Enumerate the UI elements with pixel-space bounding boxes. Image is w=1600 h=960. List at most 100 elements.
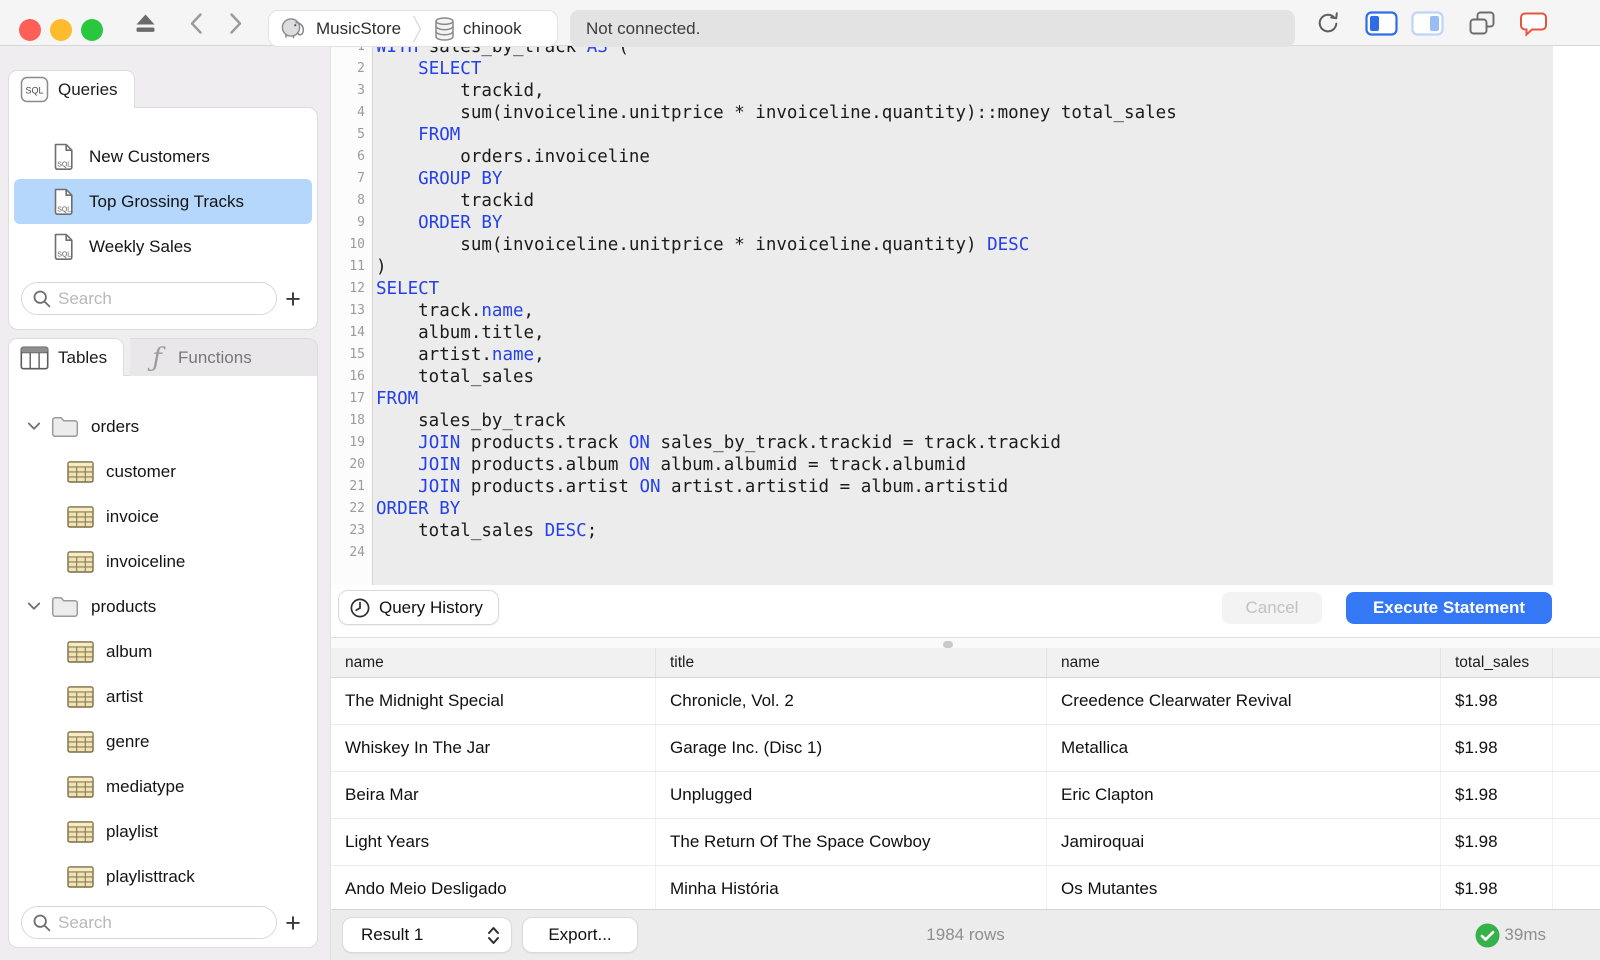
breadcrumb-server[interactable]: MusicStore [269, 11, 411, 46]
tab-tables-label: Tables [58, 347, 108, 367]
table-row[interactable]: Beira Mar Unplugged Eric Clapton $1.98 [331, 772, 1600, 819]
table-cell[interactable]: Creedence Clearwater Revival [1047, 678, 1441, 724]
close-button[interactable] [19, 19, 41, 41]
feedback-button[interactable] [1518, 11, 1549, 37]
breadcrumb-database[interactable]: chinook [423, 11, 532, 46]
table-cell[interactable]: Chronicle, Vol. 2 [656, 678, 1047, 724]
schema-folder-products[interactable]: products [9, 584, 317, 629]
search-icon [33, 914, 51, 932]
tab-queries[interactable]: SQL Queries [8, 70, 135, 108]
code-line: sum(invoiceline.unitprice * invoiceline.… [376, 235, 1030, 255]
table-icon [67, 460, 94, 483]
code-line: track.name, [376, 301, 535, 321]
table-cell[interactable]: Metallica [1047, 725, 1441, 771]
code-line: JOIN products.artist ON artist.artistid … [418, 477, 1009, 497]
tree-expand-toggle[interactable] [27, 602, 41, 611]
table-item-playlisttrack[interactable]: playlisttrack [9, 854, 317, 899]
splitter-handle[interactable] [943, 641, 953, 648]
table-row[interactable]: Ando Meio Desligado Minha História Os Muta… [331, 866, 1600, 909]
table-row[interactable]: Whiskey In The Jar Garage Inc. (Disc 1) Me… [331, 725, 1600, 772]
table-cell[interactable] [1553, 819, 1600, 865]
tab-functions[interactable]: ƒ Functions [130, 338, 318, 376]
tables-search-input[interactable] [21, 906, 277, 939]
table-item-invoice[interactable]: invoice [9, 494, 317, 539]
table-cell[interactable]: $1.98 [1441, 725, 1553, 771]
add-query-button[interactable]: + [277, 284, 309, 314]
table-cell[interactable]: The Midnight Special [331, 678, 656, 724]
table-cell[interactable] [1553, 772, 1600, 818]
table-cell[interactable]: Unplugged [656, 772, 1047, 818]
tab-tables[interactable]: Tables [8, 338, 125, 376]
add-table-button[interactable]: + [277, 908, 309, 938]
query-history-button[interactable]: Query History [338, 590, 499, 625]
column-header-name-0[interactable]: name [331, 648, 656, 677]
table-item-genre[interactable]: genre [9, 719, 317, 764]
success-check-icon [1475, 923, 1500, 948]
table-cell[interactable]: Jamiroquai [1047, 819, 1441, 865]
line-number: 19 [349, 435, 365, 450]
query-item-weekly-sales[interactable]: SQL Weekly Sales [14, 224, 312, 269]
minimize-button[interactable] [50, 19, 72, 41]
table-item-customer[interactable]: customer [9, 449, 317, 494]
table-cell[interactable]: Whiskey In The Jar [331, 725, 656, 771]
execute-statement-button[interactable]: Execute Statement [1346, 592, 1552, 624]
table-item-album[interactable]: album [9, 629, 317, 674]
query-item-top-grossing-tracks[interactable]: SQL Top Grossing Tracks [14, 179, 312, 224]
table-item-playlist[interactable]: playlist [9, 809, 317, 854]
table-row[interactable]: The Midnight Special Chronicle, Vol. 2 Cre… [331, 678, 1600, 725]
table-cell[interactable]: Garage Inc. (Disc 1) [656, 725, 1047, 771]
table-cell[interactable]: $1.98 [1441, 866, 1553, 909]
table-item-invoiceline[interactable]: invoiceline [9, 539, 317, 584]
column-header-total-sales-3[interactable]: total_sales [1441, 648, 1553, 677]
svg-text:ƒ: ƒ [147, 343, 166, 373]
back-chevron-icon [190, 12, 202, 34]
left-panel-toggle-button[interactable] [1365, 10, 1398, 36]
database-icon [435, 16, 454, 41]
line-number: 2 [357, 61, 365, 76]
sql-editor[interactable]: 1 2 3 4 5 6 7 8 9 10 11 12 13 14 15 16 17 18 19 20 21 22 23 24 … [331, 46, 1600, 585]
postgres-elephant-icon [281, 18, 305, 39]
schema-folder-orders[interactable]: orders [9, 404, 317, 449]
table-cell[interactable]: Ando Meio Desligado [331, 866, 656, 909]
cancel-button[interactable]: Cancel [1222, 592, 1322, 624]
clock-icon [350, 598, 370, 617]
code-line: trackid, [376, 81, 545, 101]
table-cell[interactable]: $1.98 [1441, 678, 1553, 724]
table-cell[interactable]: Os Mutantes [1047, 866, 1441, 909]
queries-search-input[interactable] [21, 282, 277, 315]
column-header-name-2[interactable]: name [1047, 648, 1441, 677]
table-row[interactable]: Light Years The Return Of The Space Cowbo… [331, 819, 1600, 866]
table-cell[interactable]: $1.98 [1441, 819, 1553, 865]
tree-expand-toggle[interactable] [27, 422, 41, 431]
query-item-new-customers[interactable]: SQL New Customers [14, 134, 312, 179]
forward-button[interactable] [229, 11, 243, 35]
table-cell[interactable]: Eric Clapton [1047, 772, 1441, 818]
refresh-button[interactable] [1315, 11, 1342, 35]
back-button[interactable] [189, 11, 203, 35]
zoom-button[interactable] [81, 19, 103, 41]
column-header-title-1[interactable]: title [656, 648, 1047, 677]
line-number: 5 [357, 127, 365, 142]
table-cell[interactable]: The Return Of The Space Cowboy [656, 819, 1047, 865]
pane-splitter[interactable] [331, 637, 1600, 648]
queries-list: SQL New Customers SQL Top Grossing Tracks SQ… [9, 108, 317, 269]
query-item-label: Weekly Sales [89, 236, 192, 256]
disconnect-button[interactable] [133, 11, 158, 35]
table-item-mediatype[interactable]: mediatype [9, 764, 317, 809]
code-line: ORDER BY [418, 213, 503, 233]
table-cell[interactable] [1553, 725, 1600, 771]
column-header-spacer [1553, 648, 1600, 677]
table-cell[interactable]: Beira Mar [331, 772, 656, 818]
table-cell[interactable]: Light Years [331, 819, 656, 865]
code-line: total_sales [376, 367, 535, 387]
table-cell[interactable] [1553, 678, 1600, 724]
tab-functions-label: Functions [178, 347, 252, 367]
table-item-artist[interactable]: artist [9, 674, 317, 719]
titlebar: MusicStore chinook Not connected. [0, 0, 1600, 47]
code-area[interactable]: WITH sales_by_track AS ( SELECT trackid,… [373, 46, 1553, 585]
windows-button[interactable] [1468, 11, 1496, 35]
table-cell[interactable]: Minha História [656, 866, 1047, 909]
table-cell[interactable] [1553, 866, 1600, 909]
table-cell[interactable]: $1.98 [1441, 772, 1553, 818]
right-panel-toggle-button[interactable] [1411, 10, 1444, 36]
